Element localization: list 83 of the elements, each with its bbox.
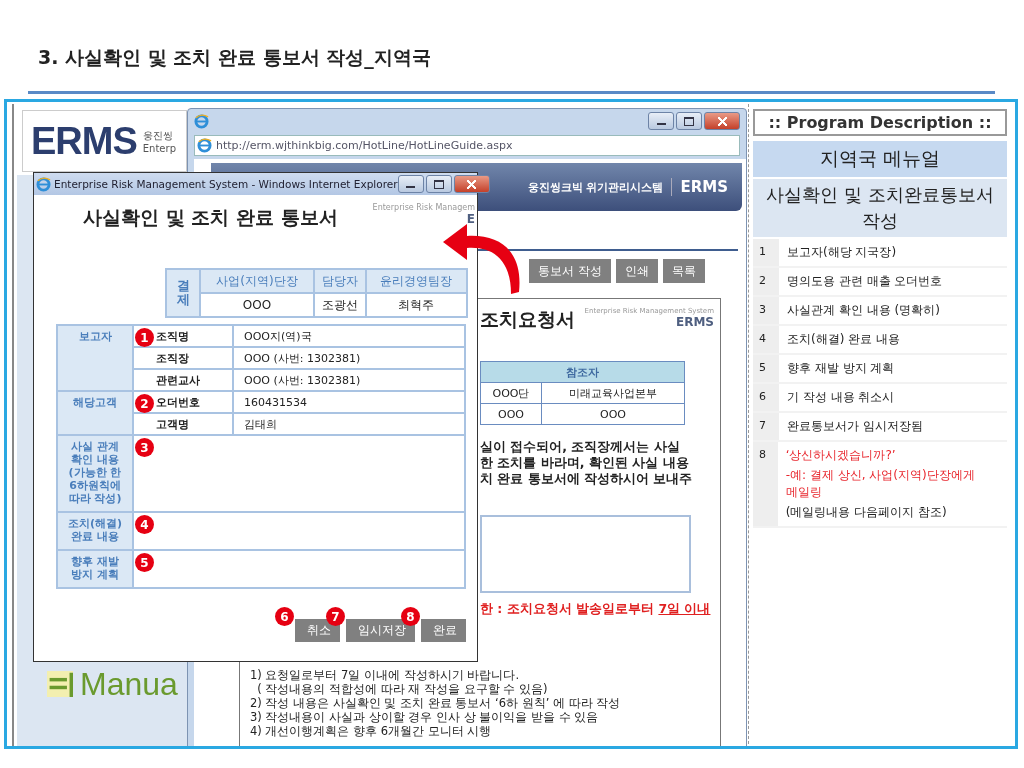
field-value: OOO (사번: 1302381) [233,369,465,391]
field-value: OOO지(역)국 [233,325,465,347]
step-number: 1 [753,239,779,266]
step-description: ‘상신하시겠습니까?’ [785,447,897,464]
logo-subtitle: Enterp [142,142,176,154]
maximize-button[interactable] [425,175,452,193]
table-cell: OOO [541,403,685,425]
page-heading: 3. 사실확인 및 조치 완료 통보서 작성_지역국 [37,45,432,71]
field-label: 관련교사 [156,373,200,387]
table-cell: OOO단 [480,382,542,404]
window-title: Enterprise Risk Management System - Windows Internet Explorer [54,178,398,190]
browser-logo-icon [194,113,209,129]
list-icon [46,671,74,697]
site-logo: ERMS [671,178,728,196]
table-cell: 조광선 [313,293,366,317]
form-button[interactable]: 완료 [421,619,466,642]
step-description: 조치(해결) 완료 내용 [787,331,900,348]
document-title: 조치요청서 [480,307,575,332]
brand-logo: ERMS [675,315,714,329]
logo-subtitle: 웅진씽 [142,128,174,143]
minimize-button[interactable] [648,112,674,130]
action-button[interactable]: 인쇄 [616,259,658,283]
menu-title: 지역국 메뉴얼 [753,141,1007,177]
table-header: 윤리경영팀장 [365,269,467,293]
step-number: 8 [753,442,778,526]
step-description: 완료통보서가 임시저장됨 [787,418,923,435]
field-group-label: 조치(해결) 완료 내용 [57,512,133,550]
step-number-badge: 8 [401,607,420,626]
menu-subtitle: 사실확인 및 조치완료통보서 작성 [753,179,1007,237]
table-cell: 최혁주 [365,293,467,317]
minimize-button[interactable] [397,175,424,193]
table-cell: OOO [200,293,314,317]
maximize-button[interactable] [676,112,702,130]
step-number: 6 [753,384,779,411]
field-group-label: 사실 관계 확인 내용 (가능한 한 6하원칙에 따라 작성) [57,435,133,512]
table-cell: OOO [480,403,542,425]
field-value: OOO (사번: 1302381) [233,347,465,369]
close-button[interactable] [453,175,490,193]
field-value: 160431534 [233,391,465,413]
browser-logo-icon [36,176,51,192]
step-number: 3 [753,297,779,324]
field-label: 조직명 [156,329,189,343]
browser-logo-icon [197,138,212,153]
approval-label: 결제 [166,269,200,317]
table-header: 참조자 [480,361,685,383]
step-number: 5 [753,355,779,382]
address-bar[interactable]: http://erm.wjthinkbig.com/HotLine/HotLineGuide.aspx [194,135,740,156]
close-button[interactable] [704,112,740,130]
field-label: 조직장 [156,351,189,365]
brand-tagline: Enterprise Risk Managem [372,203,475,212]
brand-logo: E [466,212,475,226]
field-group-label: 향후 재발 방지 계획 [57,550,133,588]
guide-text: 1) 요청일로부터 7일 이내에 작성하시기 바랍니다. ( 작성내용의 적합성에 따라 재 작성을 요구할 수 있음) 2) 작성 내용은 사실확인 및 조치 완료 통보서 ‘6하 원칙’ 에 따라 작성 3) 작성내용이 사실과 상이할 경우 인사 상 불이익을 받을 수 있음 4) 개선이행계획은 향후 6개월간 모니터 시행 [250,668,622,738]
step-number-badge: 2 [135,394,154,413]
step-description: (메일링내용 다음페이지 참조) [785,504,948,521]
step-description: 기 작성 내용 취소시 [787,389,895,406]
step-number-badge: 6 [275,607,294,626]
step-description: 명의도용 관련 매출 오더번호 [787,273,943,290]
field-label: 오더번호 [156,395,200,409]
site-brand: 웅진씽크빅 위기관리시스템 [527,179,664,195]
field-value: 김태희 [233,413,465,435]
field-label: 고객명 [156,417,189,431]
table-header: 사업(지역)단장 [200,269,314,293]
step-description: 향후 재발 방지 계획 [787,360,895,377]
step-description: -예: 결제 상신, 사업(지역)단장에게 메일링 [785,467,976,501]
step-number-badge: 7 [326,607,345,626]
notice-paragraph: 실이 접수되어, 조직장께서는 사실 한 조치를 바라며, 확인된 사실 내용 치 완료 통보서에 작성하시어 보내주 [480,439,694,487]
table-header: 담당자 [313,269,366,293]
step-number: 2 [753,268,779,295]
step-number: 4 [753,326,779,353]
step-description: 보고자(해당 지국장) [787,244,897,261]
action-button[interactable]: 통보서 작성 [529,259,611,283]
step-number-badge: 1 [135,328,154,347]
field-group-label: 보고자 [57,325,133,391]
table-cell: 미래교육사업본부 [541,382,685,404]
step-number: 7 [753,413,779,440]
panel-header: :: Program Description :: [753,109,1007,136]
logo-text: ERMS [31,119,137,163]
step-description: 사실관계 확인 내용 (명확히) [787,302,940,319]
deadline-text: 한 : 조치요청서 발송일로부터 7일 이내 [480,601,712,618]
field-group-label: 해당고객 [57,391,133,435]
action-button[interactable]: 목록 [663,259,705,283]
manual-link[interactable]: Manua [80,668,178,700]
